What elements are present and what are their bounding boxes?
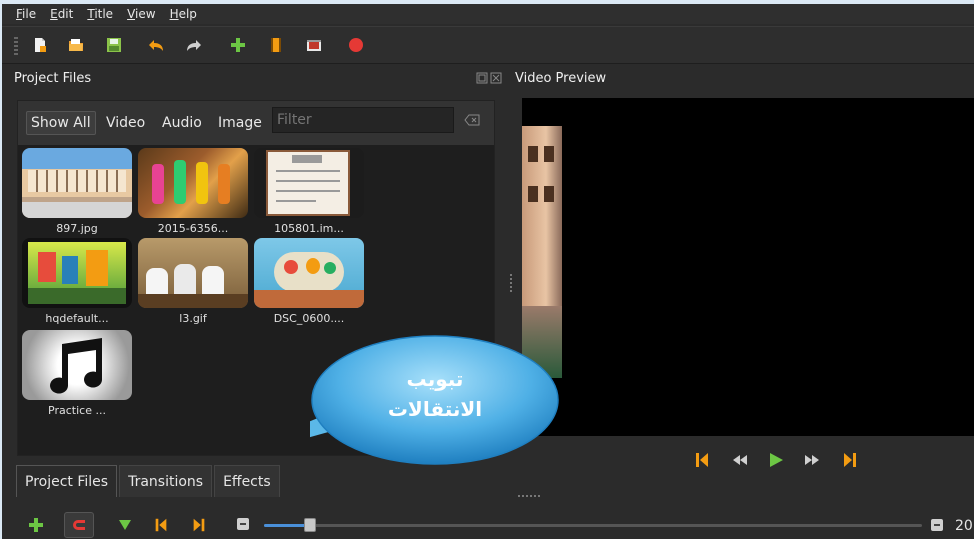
file-item[interactable]: 105801.im... [254,148,364,235]
zoom-slider-track[interactable] [264,524,922,527]
zoom-in-icon[interactable] [930,518,944,532]
fast-forward-icon[interactable] [804,451,820,469]
close-dock-icon[interactable] [490,72,502,84]
snapping-toggle-button[interactable] [64,512,94,538]
jump-end-icon[interactable] [843,451,857,469]
zoom-out-icon[interactable] [236,517,250,531]
zoom-value: 20 [955,518,973,534]
menu-file[interactable]: File [16,7,36,21]
next-marker-icon[interactable] [192,517,206,533]
project-files-title: Project Files [14,71,92,86]
music-note-icon [50,338,102,394]
menu-edit[interactable]: Edit [50,7,73,21]
redo-icon[interactable] [186,37,202,53]
file-thumbnail-image [22,148,132,218]
tab-transitions[interactable]: Transitions [119,465,213,497]
callout-label: تبويب الانتقالات [310,364,560,424]
filter-audio-button[interactable]: Audio [158,111,206,135]
export-video-icon[interactable] [348,37,364,53]
menu-view[interactable]: View [127,7,155,21]
file-item[interactable]: Practice ... [22,330,132,417]
add-marker-icon[interactable] [118,519,132,531]
file-name: 897.jpg [56,222,98,235]
rewind-icon[interactable] [732,451,748,469]
timeline-splitter-handle[interactable] [518,495,540,497]
previous-marker-icon[interactable] [154,517,168,533]
save-project-icon[interactable] [106,37,122,53]
magnet-icon [73,520,85,530]
new-project-icon[interactable] [32,37,48,53]
play-icon[interactable] [768,451,784,469]
menu-title[interactable]: Title [87,7,113,21]
file-item[interactable]: l3.gif [138,238,248,325]
video-preview-title: Video Preview [515,71,607,86]
open-project-icon[interactable] [68,37,84,53]
toolbar-grip-icon[interactable] [14,37,18,55]
file-thumbnail-image [254,238,364,308]
filter-image-button[interactable]: Image [214,111,266,135]
file-name: 105801.im... [274,222,344,235]
tab-project-files[interactable]: Project Files [16,465,118,497]
file-thumbnail-image [138,148,248,218]
file-thumbnail-image [22,238,132,308]
file-thumbnail-image [254,148,364,218]
video-preview-canvas [522,98,974,436]
left-dock-tabs: Project Files Transitions Effects [16,465,282,497]
callout-line-1: تبويب [406,367,464,391]
file-thumbnail-image [22,330,132,400]
choose-profile-icon[interactable] [268,37,284,53]
menu-help[interactable]: Help [170,7,197,21]
file-name: l3.gif [179,312,207,325]
file-name: DSC_0600.... [273,312,345,325]
file-item[interactable]: 897.jpg [22,148,132,235]
jump-start-icon[interactable] [695,451,709,469]
fullscreen-icon[interactable] [306,37,322,53]
filter-show-all-button[interactable]: Show All [26,111,96,135]
clear-filter-icon[interactable] [464,114,480,126]
file-item[interactable]: 2015-6356... [138,148,248,235]
tab-effects[interactable]: Effects [214,465,280,497]
file-name: 2015-6356... [157,222,229,235]
filter-input[interactable] [272,107,454,133]
float-dock-icon[interactable] [476,72,488,84]
file-name: hqdefault... [45,312,109,325]
dock-splitter-handle[interactable] [510,274,512,294]
main-toolbar [2,26,974,64]
file-item[interactable]: DSC_0600.... [254,238,364,325]
callout-line-2: الانتقالات [387,397,483,421]
zoom-slider-handle[interactable] [304,518,316,532]
file-item[interactable]: hqdefault... [22,238,132,325]
file-thumbnail-image [138,238,248,308]
timeline-toolbar: 20 [2,510,974,539]
menu-bar: File Edit Title View Help [2,4,974,24]
filter-video-button[interactable]: Video [102,111,149,135]
filter-bar: Show All Video Audio Image [18,101,494,145]
file-name: Practice ... [48,404,106,417]
undo-icon[interactable] [148,37,164,53]
add-track-icon[interactable] [28,517,44,533]
import-files-icon[interactable] [230,37,246,53]
